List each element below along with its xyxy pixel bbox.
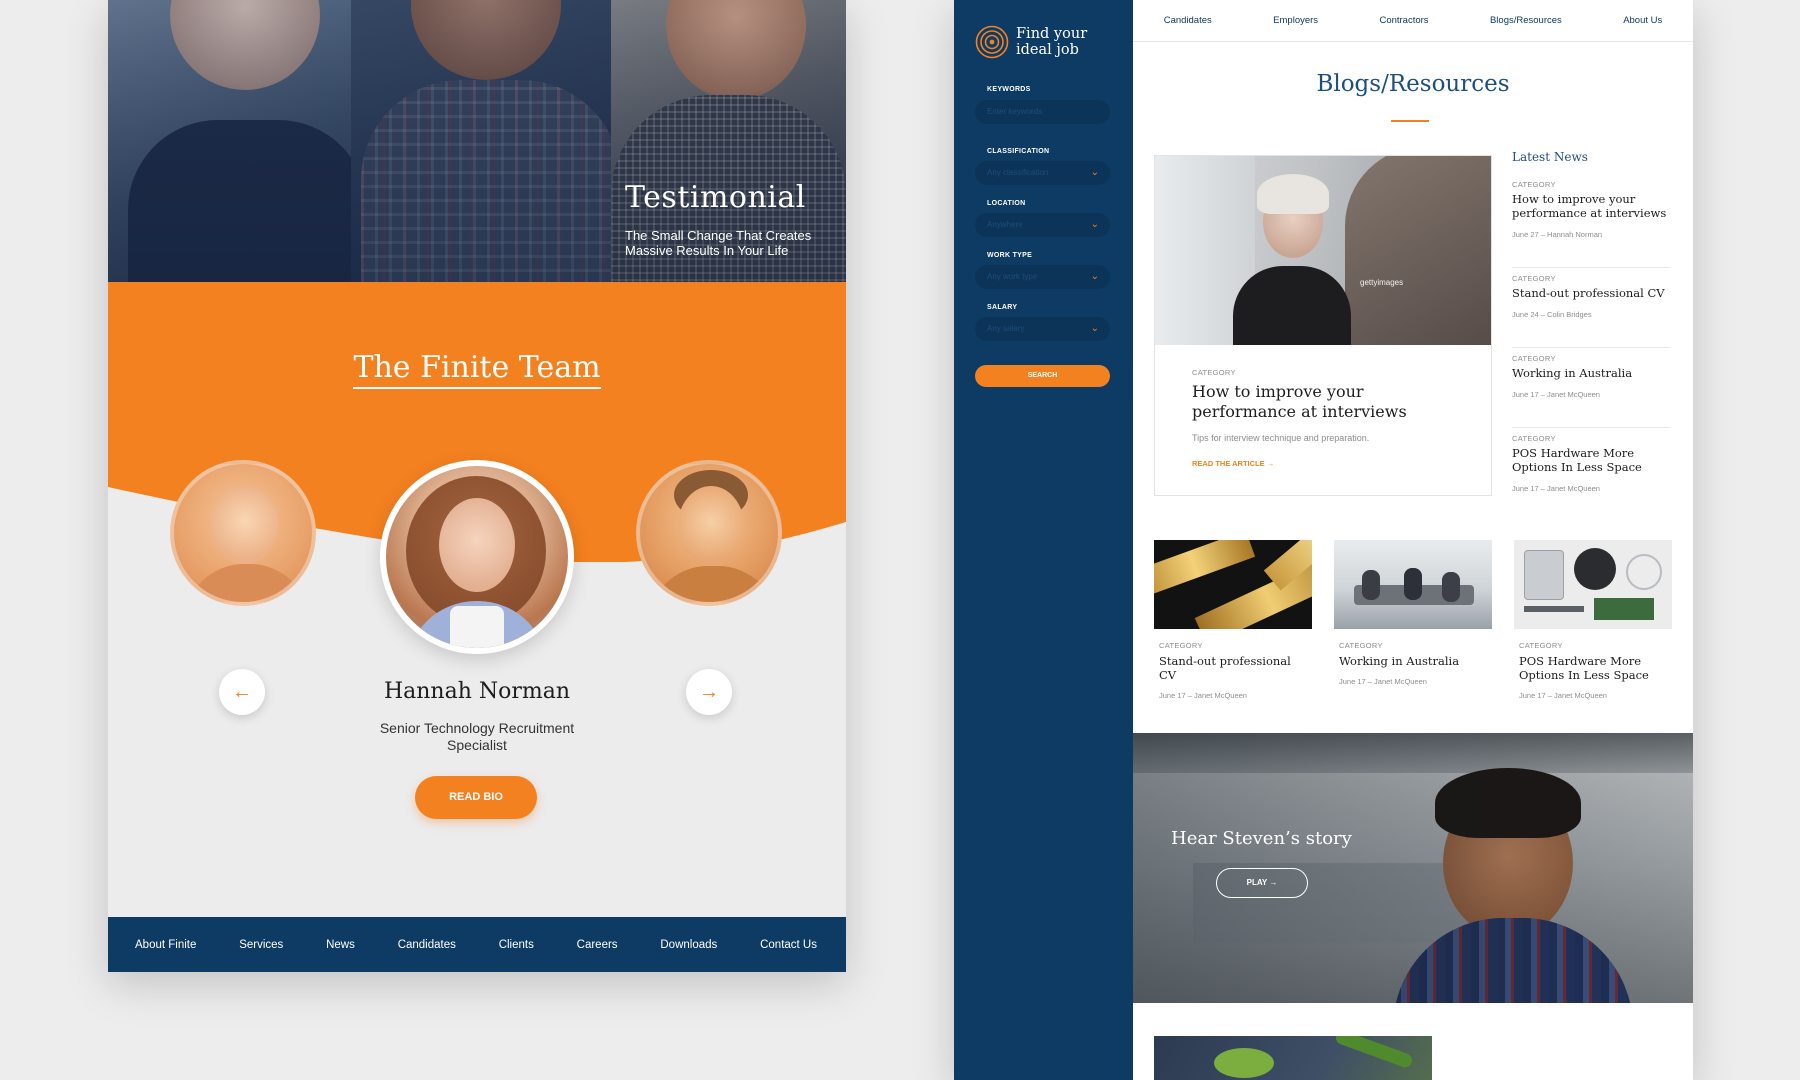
logo-icon [975,25,1009,59]
location-placeholder: Anywhere [987,220,1023,229]
news-item[interactable]: CATEGORY POS Hardware More Options In Le… [1512,434,1670,506]
chevron-down-icon: ⌄ [1090,271,1099,282]
news-category: CATEGORY [1512,354,1556,363]
blog-page-mockup: Find your ideal job KEYWORDS Enter keywo… [954,0,1693,1080]
footer-link-downloads[interactable]: Downloads [660,939,717,951]
footer-link-contact-us[interactable]: Contact Us [760,939,817,951]
news-item[interactable]: CATEGORY How to improve your performance… [1512,180,1670,268]
card-meta: June 17 – Janet McQueen [1339,677,1427,686]
video-story-banner[interactable]: Hear Steven’s story PLAY → [1133,733,1693,1003]
article-card[interactable]: CATEGORY POS Hardware More Options In Le… [1514,540,1672,700]
work-type-select[interactable]: Any work type ⌄ [975,265,1110,289]
chevron-down-icon: ⌄ [1090,219,1099,230]
news-title[interactable]: POS Hardware More Options In Less Space [1512,446,1672,474]
footer-link-candidates[interactable]: Candidates [398,939,456,951]
footer-link-about-finite[interactable]: About Finite [135,939,196,951]
latest-news: Latest News CATEGORY How to improve your… [1512,150,1672,493]
story-title: Hear Steven’s story [1171,828,1352,849]
read-bio-button[interactable]: READ BIO [415,776,537,819]
news-category: CATEGORY [1512,434,1556,443]
team-section: The Finite Team ← → Hannah Norman Senior… [108,282,846,917]
article-thumb-office-meeting [1334,540,1492,629]
location-select[interactable]: Anywhere ⌄ [975,213,1110,237]
nav-employers[interactable]: Employers [1273,15,1318,26]
logo-text: Find your ideal job [1016,26,1088,58]
chevron-down-icon: ⌄ [1090,167,1099,178]
card-category: CATEGORY [1339,641,1383,650]
featured-article-image: gettyimages [1155,156,1491,345]
article-thumb-food [1154,1036,1432,1080]
featured-description: Tips for interview technique and prepara… [1192,433,1370,443]
latest-news-heading: Latest News [1512,150,1588,164]
testimonial-hero: Testimonial The Small Change That Create… [108,0,846,282]
footer-nav: About Finite Services News Candidates Cl… [108,917,846,972]
news-title[interactable]: How to improve your performance at inter… [1512,192,1672,220]
nav-about-us[interactable]: About Us [1623,15,1662,26]
classification-select[interactable]: Any classification ⌄ [975,161,1110,185]
news-meta: June 24 – Colin Bridges [1512,310,1592,319]
news-title[interactable]: Working in Australia [1512,366,1672,380]
footer-link-careers[interactable]: Careers [577,939,618,951]
nav-contractors[interactable]: Contractors [1379,15,1428,26]
nav-candidates[interactable]: Candidates [1164,15,1212,26]
page-title: Blogs/Resources [1316,71,1510,97]
team-avatar-right[interactable] [636,460,782,606]
article-thumb-hardware [1514,540,1672,629]
salary-label: SALARY [987,304,1018,311]
news-item[interactable]: CATEGORY Working in Australia June 17 – … [1512,354,1670,428]
testimonial-subtitle: The Small Change That Creates Massive Re… [625,228,812,258]
team-avatar-left[interactable] [170,460,316,606]
card-category: CATEGORY [1519,641,1563,650]
member-name: Hannah Norman [383,679,571,704]
news-category: CATEGORY [1512,274,1556,283]
top-nav: Candidates Employers Contractors Blogs/R… [1133,0,1693,42]
keywords-label: KEYWORDS [987,86,1031,93]
play-button[interactable]: PLAY → [1216,868,1308,898]
chevron-down-icon: ⌄ [1090,323,1099,334]
footer-link-news[interactable]: News [326,939,355,951]
news-meta: June 17 – Janet McQueen [1512,390,1600,399]
card-meta: June 17 – Janet McQueen [1159,691,1247,700]
team-avatar-hannah[interactable] [380,460,574,654]
article-thumb-gold-ribbons [1154,540,1312,629]
footer-link-clients[interactable]: Clients [499,939,534,951]
read-article-link[interactable]: READ THE ARTICLE → [1192,459,1274,468]
team-page-mockup: Testimonial The Small Change That Create… [108,0,846,972]
footer-link-services[interactable]: Services [239,939,283,951]
team-title: The Finite Team [108,350,846,389]
member-role: Senior Technology Recruitment Specialist [379,720,575,753]
card-meta: June 17 – Janet McQueen [1519,691,1607,700]
news-title[interactable]: Stand-out professional CV [1512,286,1672,300]
article-card[interactable]: CATEGORY Working in Australia June 17 – … [1334,540,1492,700]
featured-category: CATEGORY [1192,368,1236,377]
classification-placeholder: Any classification [987,168,1049,177]
nav-blogs-resources[interactable]: Blogs/Resources [1490,15,1562,26]
work-type-label: WORK TYPE [987,252,1033,259]
news-category: CATEGORY [1512,180,1556,189]
featured-article-card[interactable]: gettyimages CATEGORY How to improve your… [1154,155,1492,496]
card-category: CATEGORY [1159,641,1203,650]
title-underline [1391,120,1429,122]
salary-select[interactable]: Any salary ⌄ [975,317,1110,341]
getty-watermark: gettyimages [1360,278,1404,287]
news-meta: June 27 – Hannah Norman [1512,230,1603,239]
news-meta: June 17 – Janet McQueen [1512,484,1600,493]
search-button[interactable]: SEARCH [975,365,1110,387]
article-card[interactable]: CATEGORY Stand-out professional CV June … [1154,540,1312,700]
work-type-placeholder: Any work type [987,272,1038,281]
card-title[interactable]: Stand-out professional CV [1159,654,1309,682]
news-item[interactable]: CATEGORY Stand-out professional CV June … [1512,274,1670,348]
location-label: LOCATION [987,200,1026,207]
keywords-placeholder: Enter keywords [987,107,1043,116]
card-title[interactable]: POS Hardware More Options In Less Space [1519,654,1669,682]
card-title[interactable]: Working in Australia [1339,654,1489,668]
salary-placeholder: Any salary [987,324,1025,333]
job-search-sidebar: Find your ideal job KEYWORDS Enter keywo… [954,0,1133,1080]
keywords-input[interactable]: Enter keywords [975,100,1110,124]
classification-label: CLASSIFICATION [987,148,1050,155]
team-title-text: The Finite Team [353,350,601,389]
featured-title[interactable]: How to improve your performance at inter… [1192,382,1452,422]
testimonial-title: Testimonial [625,180,806,215]
